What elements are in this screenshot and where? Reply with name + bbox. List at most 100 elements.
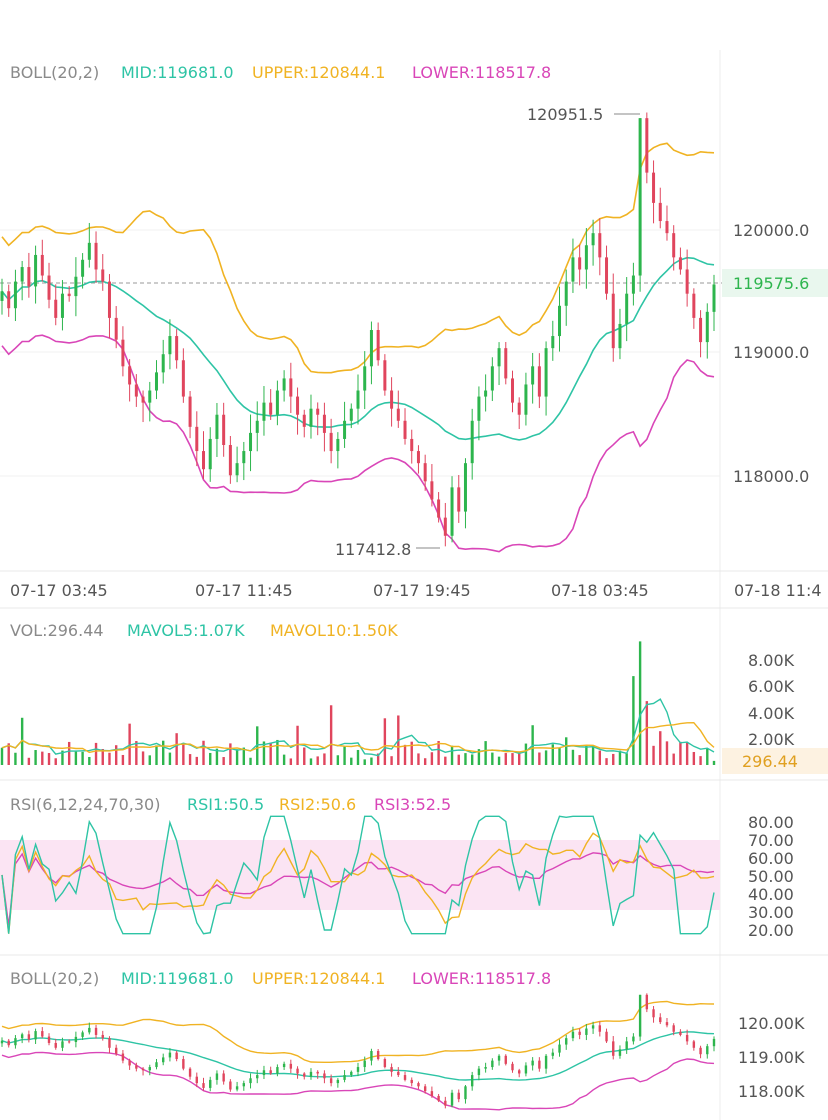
boll-title: BOLL(20,2) xyxy=(10,63,99,82)
candle-body xyxy=(504,348,508,379)
candle-body xyxy=(665,221,669,234)
volume-bar xyxy=(168,752,172,765)
trading-chart[interactable]: BOLL(20,2) MID:119681.0 UPPER:120844.1 L… xyxy=(0,0,828,1120)
overview-candle-body xyxy=(645,994,649,1010)
volume-bar xyxy=(618,750,622,765)
overview-candle-body xyxy=(350,1071,353,1076)
vol-current-value: 296.44 xyxy=(742,752,798,771)
boll2-title: BOLL(20,2) xyxy=(10,969,99,988)
boll-mid-label: MID:119681.0 xyxy=(121,63,234,82)
candle-body xyxy=(699,317,703,343)
volume-bar xyxy=(108,752,111,765)
volume-bar xyxy=(652,745,655,765)
candle-body xyxy=(168,336,172,355)
overview-bollinger-bands xyxy=(1,1000,715,1111)
volume-bar xyxy=(632,676,635,765)
volume-bar xyxy=(47,753,51,765)
rsi2-label: RSI2:50.6 xyxy=(279,795,356,814)
candle-body xyxy=(564,281,568,306)
overview-candle-body xyxy=(202,1083,205,1088)
overview-candle-body xyxy=(114,1047,118,1054)
overview-candle-body xyxy=(403,1075,407,1080)
candle-body xyxy=(531,366,535,385)
overview-candle-body xyxy=(417,1083,420,1087)
candle-body xyxy=(60,293,64,318)
vol-mavol10-label: MAVOL10:1.50K xyxy=(270,621,398,640)
volume-bar xyxy=(706,748,709,765)
overview-candle-body xyxy=(155,1062,158,1068)
overview-candle-body xyxy=(376,1051,380,1060)
volume-bar xyxy=(363,759,366,765)
candle-body xyxy=(269,402,273,415)
overview-candle-body xyxy=(484,1067,487,1069)
volume-bar xyxy=(672,753,675,765)
candle-body xyxy=(450,487,454,536)
volume-bar xyxy=(665,741,669,765)
volume-bar xyxy=(81,751,84,765)
volume-bar xyxy=(578,755,581,765)
overview-candle-body xyxy=(303,1073,306,1077)
overview-candle-body xyxy=(423,1086,427,1092)
overview-candle-body xyxy=(289,1063,293,1069)
candle-body xyxy=(296,396,300,415)
price-tick-3: 118000.0 xyxy=(733,467,809,486)
volume-bar xyxy=(699,756,702,765)
candle-body xyxy=(544,348,548,397)
candle-body xyxy=(524,384,528,415)
volume-bar xyxy=(464,753,467,765)
overview-candle-body xyxy=(370,1051,373,1061)
overview-candle-body xyxy=(296,1068,299,1074)
candle-body xyxy=(161,354,165,373)
candle-body xyxy=(343,420,347,439)
candle-body xyxy=(87,242,91,260)
volume-bar xyxy=(524,743,528,765)
candle-body xyxy=(336,438,340,452)
candle-body xyxy=(47,275,51,300)
overview-candle-body xyxy=(316,1071,319,1074)
overview-candle-body xyxy=(343,1075,346,1080)
overview-candle-body xyxy=(544,1055,548,1069)
candle-body xyxy=(625,293,629,324)
candle-body xyxy=(181,360,185,397)
volume-bar xyxy=(34,750,37,765)
overview-candle-body xyxy=(47,1036,51,1043)
overview-candle-body xyxy=(383,1059,387,1068)
overview-candle-body xyxy=(538,1060,541,1069)
candle-body xyxy=(403,420,407,439)
overview-candle-body xyxy=(101,1034,104,1039)
overview-candle-body xyxy=(531,1060,534,1066)
candle-body xyxy=(208,438,212,470)
overview-candle-body xyxy=(235,1086,239,1090)
overview-candle-body xyxy=(269,1070,272,1074)
volume-bar xyxy=(121,754,125,765)
overview-candle-body xyxy=(679,1031,682,1035)
candle-body xyxy=(282,378,286,391)
volume-bar xyxy=(54,758,57,765)
candle-body xyxy=(356,390,360,409)
overview-candle-body xyxy=(491,1060,494,1068)
volume-bar xyxy=(484,741,487,765)
candle-body xyxy=(74,276,78,297)
candle-body xyxy=(309,408,313,427)
candle-body xyxy=(202,451,206,470)
candle-body xyxy=(672,233,676,258)
candle-body xyxy=(416,451,420,464)
time-label-5: 07-18 11:4 xyxy=(734,581,822,600)
volume-bar xyxy=(625,753,628,765)
candle-body xyxy=(101,269,105,282)
overview-candle-body xyxy=(692,1041,696,1048)
candle-body xyxy=(584,245,588,270)
overview-candle-body xyxy=(209,1079,212,1088)
overview-candle-body xyxy=(632,1036,635,1042)
volume-bar xyxy=(114,745,118,765)
rsi-tick-1: 80.00 xyxy=(748,813,794,832)
candle-body xyxy=(128,366,132,385)
candle-body xyxy=(497,348,501,367)
volume-bar xyxy=(497,756,501,765)
candle-body xyxy=(383,360,387,391)
candle-body xyxy=(40,254,44,276)
overview-candle-body xyxy=(397,1071,400,1076)
overview-candle-body xyxy=(182,1059,185,1069)
overview-candle-body xyxy=(437,1095,440,1101)
overview-candle-body xyxy=(41,1031,44,1037)
